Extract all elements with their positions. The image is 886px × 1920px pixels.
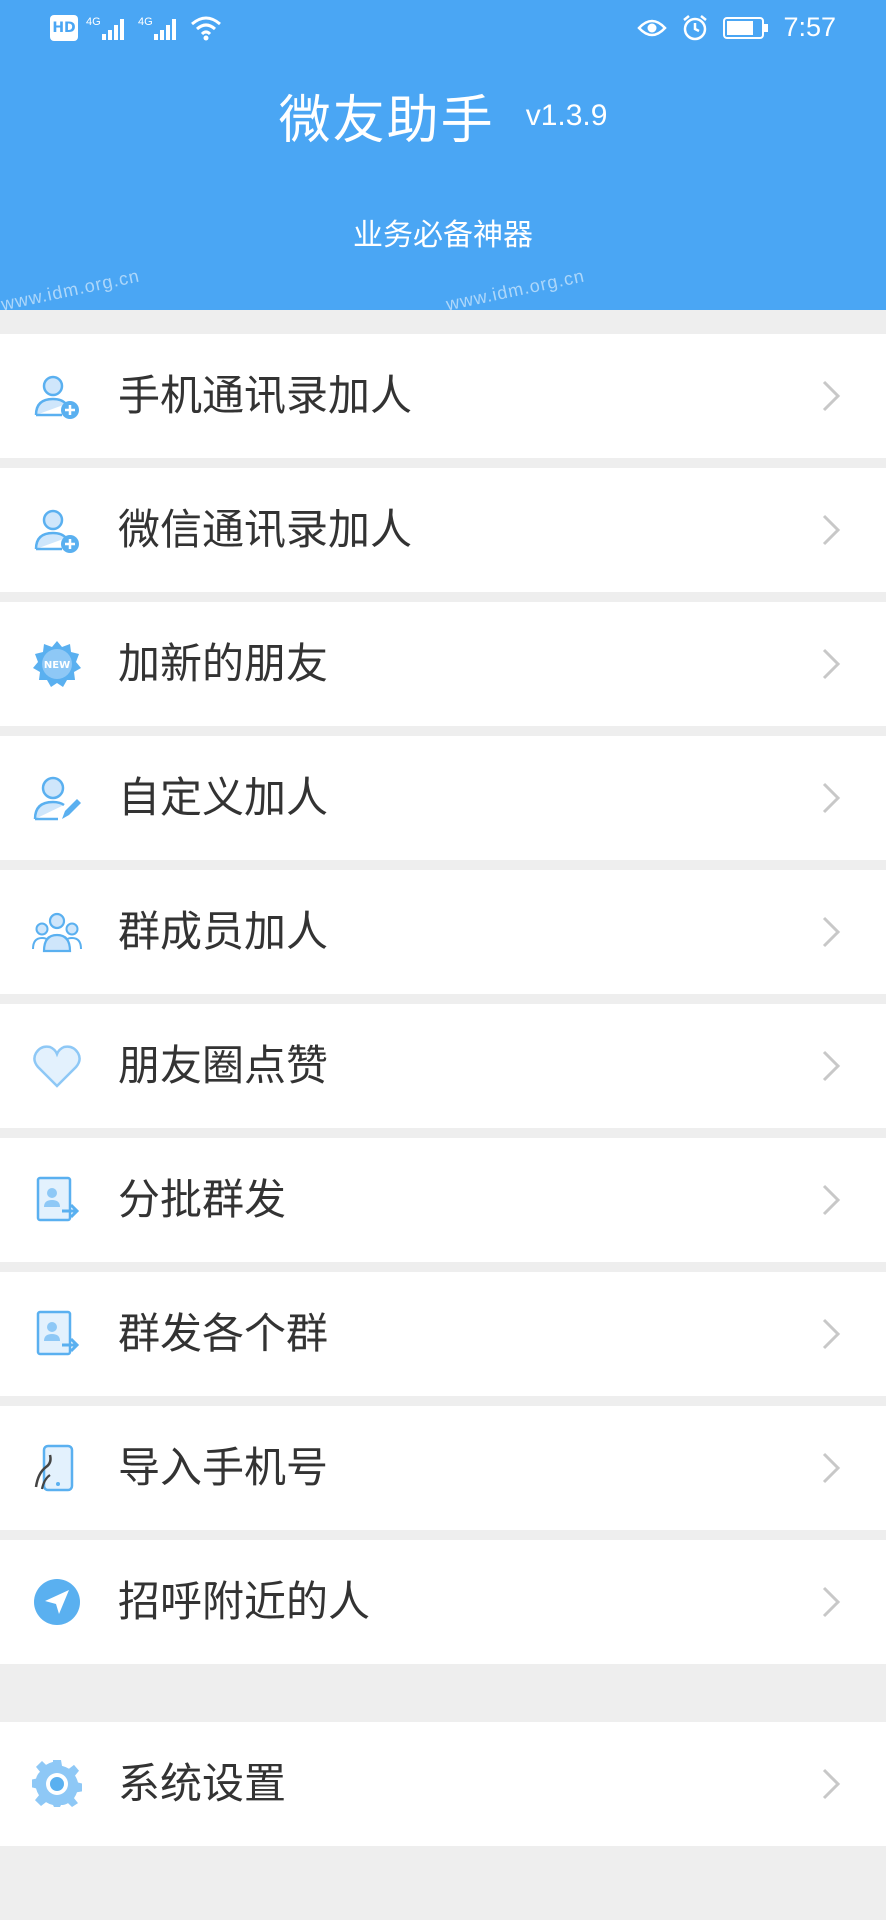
menu-item-label: 招呼附近的人 xyxy=(118,1577,371,1626)
menu-item-label: 自定义加人 xyxy=(118,773,329,822)
signal1-text: 4G xyxy=(86,16,101,28)
chevron-right-icon xyxy=(822,1452,841,1484)
chevron-right-icon xyxy=(822,1184,841,1216)
heart-icon xyxy=(33,1045,81,1088)
status-bar: HD 4G 4G 7:57 xyxy=(0,0,886,60)
contact-send-icon xyxy=(36,1310,80,1356)
status-bar-left: HD 4G 4G xyxy=(50,14,222,42)
menu-item-label: 微信通讯录加人 xyxy=(118,505,413,554)
svg-text:NEW: NEW xyxy=(44,660,70,671)
menu-item-label: 加新的朋友 xyxy=(118,639,329,688)
user-edit-icon xyxy=(33,776,81,821)
menu-item-label: 系统设置 xyxy=(118,1759,287,1808)
status-bar-right: 7:57 xyxy=(637,12,836,43)
eye-icon xyxy=(637,19,668,36)
hd-icon: HD xyxy=(50,15,78,41)
menu-item-import-phone[interactable]: 导入手机号 xyxy=(0,1406,886,1530)
menu-item-group-members[interactable]: 群成员加人 xyxy=(0,870,886,994)
menu-item-label: 群成员加人 xyxy=(118,907,329,956)
sim-signal-icon: 4G xyxy=(86,16,124,40)
alarm-icon xyxy=(683,14,708,40)
contact-send-icon xyxy=(36,1176,80,1222)
menu-item-custom-add[interactable]: 自定义加人 xyxy=(0,736,886,860)
menu-item-wechat-contacts[interactable]: 微信通讯录加人 xyxy=(0,468,886,592)
add-contact-icon xyxy=(34,375,79,419)
wifi-icon xyxy=(191,16,221,41)
chevron-right-icon xyxy=(822,380,841,412)
chevron-right-icon xyxy=(822,1050,841,1082)
chevron-right-icon xyxy=(822,648,841,680)
signal2-text: 4G xyxy=(138,16,153,28)
menu-item-phone-contacts[interactable]: 手机通讯录加人 xyxy=(0,334,886,458)
import-phone-icon xyxy=(34,1444,74,1492)
menu-item-group-broadcast[interactable]: 群发各个群 xyxy=(0,1272,886,1396)
chevron-right-icon xyxy=(822,514,841,546)
app-subtitle: 业务必备神器 xyxy=(353,218,533,253)
app-header: HD 4G 4G 7:57 微友助手 v1.3.9 业务必备神器 www.idm… xyxy=(0,0,886,310)
chevron-right-icon xyxy=(822,1586,841,1618)
chevron-right-icon xyxy=(822,916,841,948)
menu-item-label: 分批群发 xyxy=(118,1175,287,1224)
menu-item-label: 群发各个群 xyxy=(118,1309,329,1358)
add-contact-icon xyxy=(34,509,79,553)
new-badge-icon: NEW xyxy=(33,641,81,687)
menu-item-label: 手机通讯录加人 xyxy=(118,371,413,420)
watermark-right: www.idm.org.cn xyxy=(444,265,587,310)
chevron-right-icon xyxy=(822,1318,841,1350)
app-title: 微友助手 xyxy=(278,91,495,151)
menu-item-moments-like[interactable]: 朋友圈点赞 xyxy=(0,1004,886,1128)
menu-item-new-friends[interactable]: NEW 加新的朋友 xyxy=(0,602,886,726)
gear-icon xyxy=(32,1759,82,1807)
menu-list: 手机通讯录加人 微信通讯录加人 NEW 加新的朋友 自定义加人 群成员加人 朋友… xyxy=(0,334,886,1674)
menu-item-label: 导入手机号 xyxy=(118,1443,329,1492)
menu-item-system-settings[interactable]: 系统设置 xyxy=(0,1722,886,1846)
sim2-signal-icon: 4G xyxy=(138,16,176,40)
location-arrow-icon xyxy=(34,1579,80,1625)
battery-icon xyxy=(723,16,769,39)
app-title-row: 微友助手 v1.3.9 xyxy=(0,78,886,153)
chevron-right-icon xyxy=(822,1768,841,1800)
status-time: 7:57 xyxy=(783,12,836,42)
app-version: v1.3.9 xyxy=(525,98,608,132)
menu-item-label: 朋友圈点赞 xyxy=(118,1041,329,1090)
menu-item-batch-send[interactable]: 分批群发 xyxy=(0,1138,886,1262)
menu-item-nearby-people[interactable]: 招呼附近的人 xyxy=(0,1540,886,1664)
watermark-left: www.idm.org.cn xyxy=(0,265,142,310)
chevron-right-icon xyxy=(822,782,841,814)
group-icon xyxy=(32,912,82,953)
